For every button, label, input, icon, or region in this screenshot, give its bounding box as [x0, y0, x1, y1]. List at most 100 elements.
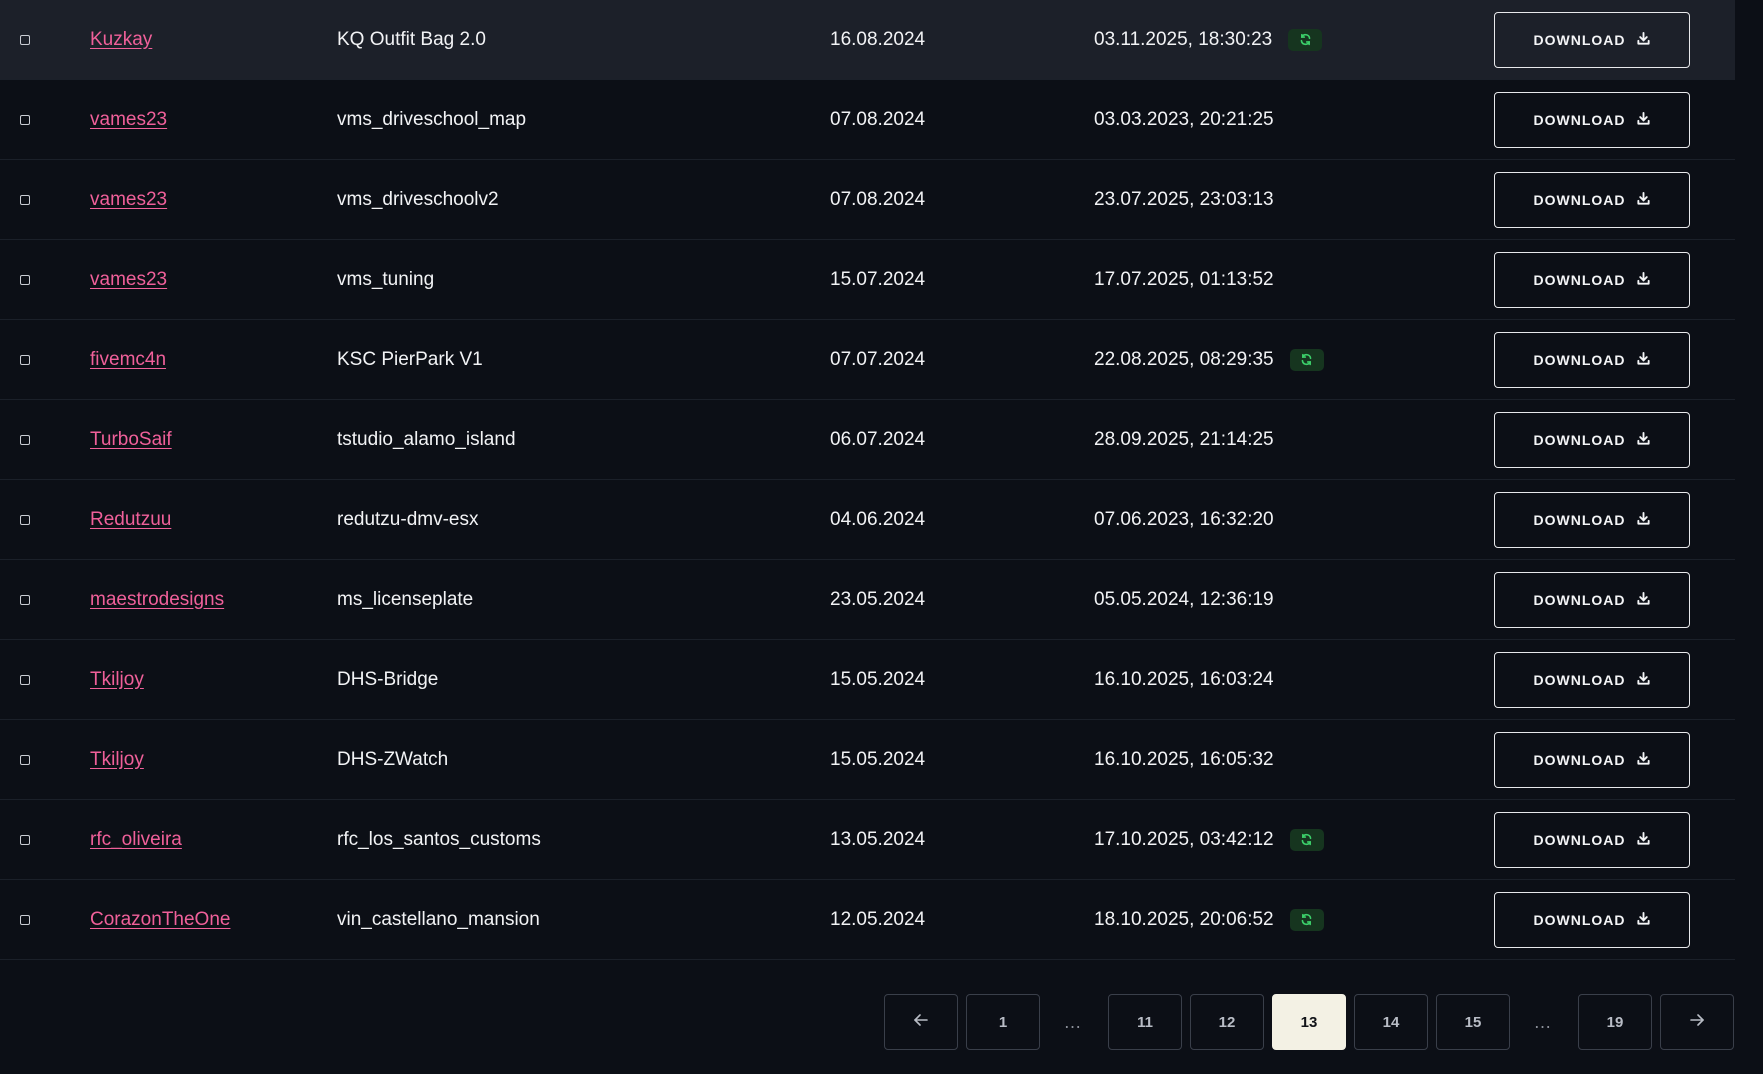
download-button[interactable]: DOWNLOAD — [1494, 651, 1690, 708]
page-button-13[interactable]: 13 — [1272, 994, 1346, 1050]
table-row: Kuzkay KQ Outfit Bag 2.0 16.08.2024 03.1… — [0, 0, 1735, 80]
author-link[interactable]: Tkiljoy — [90, 669, 144, 691]
author-link[interactable]: fivemc4n — [90, 349, 166, 371]
last-updated: 03.03.2023, 20:21:25 — [1094, 109, 1274, 131]
page-button-15[interactable]: 15 — [1436, 994, 1510, 1050]
download-icon — [1636, 671, 1651, 689]
last-updated: 07.06.2023, 16:32:20 — [1094, 509, 1274, 531]
release-date: 06.07.2024 — [830, 428, 926, 450]
resource-name: redutzu-dmv-esx — [337, 508, 479, 530]
row-checkbox[interactable] — [20, 834, 30, 845]
table-row: vames23 vms_tuning 15.07.2024 17.07.2025… — [0, 240, 1735, 320]
release-date: 12.05.2024 — [830, 908, 926, 930]
page-button-19[interactable]: 19 — [1578, 994, 1652, 1050]
table-row: Tkiljoy DHS-ZWatch 15.05.2024 16.10.2025… — [0, 720, 1735, 800]
table-row: Redutzuu redutzu-dmv-esx 04.06.2024 07.0… — [0, 480, 1735, 560]
updated-timestamp: 22.08.2025, 08:29:35 — [1094, 348, 1274, 370]
download-icon — [1636, 351, 1651, 369]
release-date: 07.07.2024 — [830, 348, 926, 370]
resource-name: DHS-ZWatch — [337, 748, 449, 770]
last-updated: 18.10.2025, 20:06:52 — [1094, 908, 1324, 931]
table-row: fivemc4n KSC PierPark V1 07.07.2024 22.0… — [0, 320, 1735, 400]
download-label: DOWNLOAD — [1533, 31, 1626, 48]
page-button-1[interactable]: 1 — [966, 994, 1040, 1050]
row-checkbox[interactable] — [20, 434, 30, 445]
row-checkbox[interactable] — [20, 354, 30, 365]
arrow-left-icon — [912, 1011, 930, 1033]
download-button[interactable]: DOWNLOAD — [1494, 571, 1690, 628]
resource-name: vms_driveschool_map — [337, 108, 527, 130]
page-button-11[interactable]: 11 — [1108, 994, 1182, 1050]
release-date: 15.05.2024 — [830, 748, 926, 770]
page-button-12[interactable]: 12 — [1190, 994, 1264, 1050]
download-label: DOWNLOAD — [1533, 431, 1626, 448]
refresh-icon — [1289, 828, 1324, 851]
row-checkbox[interactable] — [20, 34, 30, 45]
row-checkbox[interactable] — [20, 754, 30, 765]
download-button[interactable]: DOWNLOAD — [1494, 891, 1690, 948]
row-checkbox[interactable] — [20, 194, 30, 205]
download-label: DOWNLOAD — [1533, 351, 1626, 368]
last-updated: 03.11.2025, 18:30:23 — [1094, 28, 1323, 51]
last-updated: 17.10.2025, 03:42:12 — [1094, 828, 1324, 851]
author-link[interactable]: Kuzkay — [90, 29, 152, 51]
author-link[interactable]: vames23 — [90, 189, 167, 211]
row-checkbox[interactable] — [20, 114, 30, 125]
row-checkbox[interactable] — [20, 674, 30, 685]
updated-timestamp: 05.05.2024, 12:36:19 — [1094, 588, 1274, 610]
row-checkbox[interactable] — [20, 274, 30, 285]
release-date: 04.06.2024 — [830, 508, 926, 530]
pagination-ellipsis: … — [1533, 1011, 1555, 1032]
download-label: DOWNLOAD — [1533, 111, 1626, 128]
download-button[interactable]: DOWNLOAD — [1494, 11, 1690, 68]
author-link[interactable]: TurboSaif — [90, 429, 172, 451]
download-button[interactable]: DOWNLOAD — [1494, 731, 1690, 788]
download-label: DOWNLOAD — [1533, 591, 1626, 608]
resource-name: vms_driveschoolv2 — [337, 188, 499, 210]
table-row: Tkiljoy DHS-Bridge 15.05.2024 16.10.2025… — [0, 640, 1735, 720]
updated-timestamp: 18.10.2025, 20:06:52 — [1094, 908, 1274, 930]
download-icon — [1636, 831, 1651, 849]
last-updated: 05.05.2024, 12:36:19 — [1094, 589, 1274, 611]
download-label: DOWNLOAD — [1533, 511, 1626, 528]
resource-name: DHS-Bridge — [337, 668, 439, 690]
last-updated: 17.07.2025, 01:13:52 — [1094, 269, 1274, 291]
row-checkbox[interactable] — [20, 914, 30, 925]
author-link[interactable]: Redutzuu — [90, 509, 171, 531]
author-link[interactable]: maestrodesigns — [90, 589, 224, 611]
page-button-14[interactable]: 14 — [1354, 994, 1428, 1050]
download-button[interactable]: DOWNLOAD — [1494, 411, 1690, 468]
last-updated: 16.10.2025, 16:03:24 — [1094, 669, 1274, 691]
download-button[interactable]: DOWNLOAD — [1494, 331, 1690, 388]
download-icon — [1636, 111, 1651, 129]
row-checkbox[interactable] — [20, 514, 30, 525]
download-label: DOWNLOAD — [1533, 271, 1626, 288]
release-date: 07.08.2024 — [830, 108, 926, 130]
updated-timestamp: 28.09.2025, 21:14:25 — [1094, 428, 1274, 450]
download-button[interactable]: DOWNLOAD — [1494, 491, 1690, 548]
resource-name: ms_licenseplate — [337, 588, 474, 610]
download-button[interactable]: DOWNLOAD — [1494, 811, 1690, 868]
release-date: 15.05.2024 — [830, 668, 926, 690]
release-date: 23.05.2024 — [830, 588, 926, 610]
updated-timestamp: 03.03.2023, 20:21:25 — [1094, 108, 1274, 130]
download-icon — [1636, 591, 1651, 609]
updated-timestamp: 17.07.2025, 01:13:52 — [1094, 268, 1274, 290]
download-button[interactable]: DOWNLOAD — [1494, 251, 1690, 308]
updated-timestamp: 17.10.2025, 03:42:12 — [1094, 828, 1274, 850]
pagination-ellipsis: … — [1063, 1011, 1085, 1032]
author-link[interactable]: vames23 — [90, 109, 167, 131]
author-link[interactable]: rfc_oliveira — [90, 829, 182, 851]
download-label: DOWNLOAD — [1533, 911, 1626, 928]
prev-page-button[interactable] — [884, 994, 958, 1050]
download-button[interactable]: DOWNLOAD — [1494, 91, 1690, 148]
table-row: CorazonTheOne vin_castellano_mansion 12.… — [0, 880, 1735, 960]
download-label: DOWNLOAD — [1533, 191, 1626, 208]
resource-name: KQ Outfit Bag 2.0 — [337, 28, 486, 50]
author-link[interactable]: vames23 — [90, 269, 167, 291]
download-button[interactable]: DOWNLOAD — [1494, 171, 1690, 228]
author-link[interactable]: CorazonTheOne — [90, 909, 230, 931]
next-page-button[interactable] — [1660, 994, 1734, 1050]
author-link[interactable]: Tkiljoy — [90, 749, 144, 771]
row-checkbox[interactable] — [20, 594, 30, 605]
